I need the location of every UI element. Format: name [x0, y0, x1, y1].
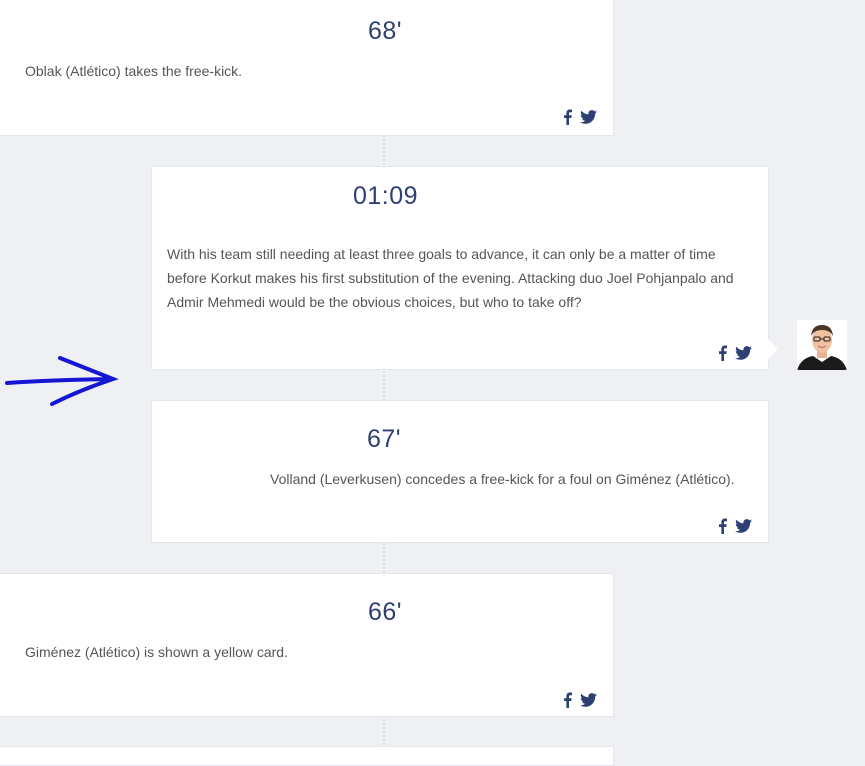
facebook-icon[interactable] [718, 518, 727, 534]
facebook-icon[interactable] [563, 692, 572, 708]
card-pointer [768, 339, 778, 359]
share-buttons [563, 692, 597, 708]
entry-text: Oblak (Atlético) takes the free-kick. [25, 63, 243, 79]
entry-time: 66' [368, 598, 403, 626]
timeline-entry-next [0, 746, 614, 766]
facebook-icon[interactable] [718, 345, 727, 361]
blue-arrow-annotation [0, 350, 120, 415]
twitter-icon[interactable] [580, 110, 597, 124]
timeline-entry-0109: 01:09 With his team still needing at lea… [151, 166, 769, 370]
timeline-entry-66: 66' Giménez (Atlético) is shown a yellow… [0, 573, 614, 717]
twitter-icon[interactable] [580, 693, 597, 707]
timeline-entry-67: 67' Volland (Leverkusen) concedes a free… [151, 400, 769, 543]
share-buttons [718, 518, 752, 534]
timeline-entry-68: 68' Oblak (Atlético) takes the free-kick… [0, 0, 614, 136]
entry-time: 68' [368, 17, 403, 45]
twitter-icon[interactable] [735, 346, 752, 360]
facebook-icon[interactable] [563, 109, 572, 125]
entry-text: Giménez (Atlético) is shown a yellow car… [25, 644, 288, 660]
entry-text: With his team still needing at least thr… [167, 246, 734, 310]
entry-time: 67' [367, 425, 402, 453]
entry-time: 01:09 [353, 182, 419, 210]
share-buttons [563, 109, 597, 125]
entry-text: Volland (Leverkusen) concedes a free-kic… [270, 471, 735, 487]
share-buttons [718, 345, 752, 361]
author-avatar [797, 320, 847, 370]
twitter-icon[interactable] [735, 519, 752, 533]
